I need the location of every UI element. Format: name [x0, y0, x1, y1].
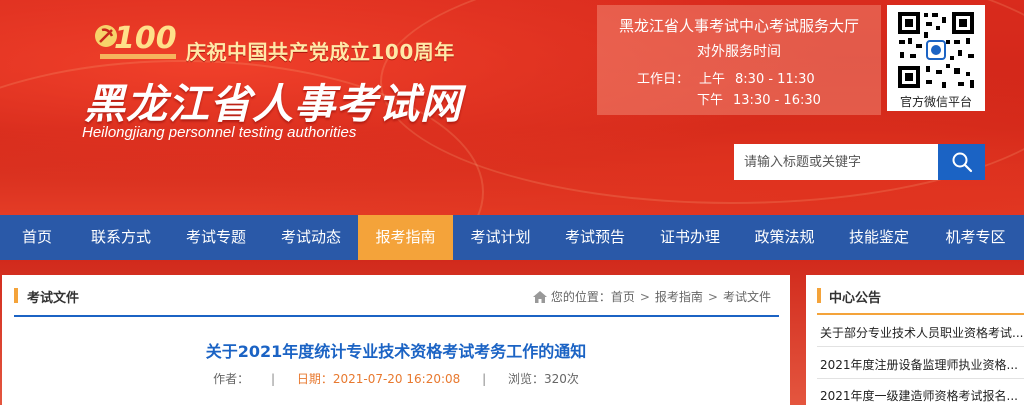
- notice-item[interactable]: 关于部分专业技术人员职业资格考试...: [820, 324, 1024, 341]
- notice-item[interactable]: 2021年度一级建造师资格考试报名...: [820, 387, 1024, 404]
- service-hall-box: 黑龙江省人事考试中心考试服务大厅 对外服务时间 工作日： 上午 8:30 - 11:…: [597, 5, 881, 115]
- service-hours-afternoon: 下午 13:30 - 16:30: [697, 89, 831, 108]
- am-time: 8:30 - 11:30: [735, 72, 815, 87]
- article-title[interactable]: 关于2021年度统计专业技术资格考试考务工作的通知: [2, 338, 790, 362]
- service-hours-heading: 对外服务时间: [697, 44, 781, 60]
- notice-panel: 中心公告 关于部分专业技术人员职业资格考试... 2021年度注册设备监理师执业…: [806, 275, 1024, 405]
- am-label: 上午: [699, 72, 726, 87]
- search-input[interactable]: [734, 144, 938, 180]
- section-marker: [14, 288, 18, 303]
- nav-item-registration-guide[interactable]: 报考指南: [358, 215, 453, 260]
- site-subtitle: Heilongjiang personnel testing authoriti…: [82, 124, 357, 141]
- breadcrumb-home[interactable]: 首页: [611, 288, 635, 305]
- author-label: 作者：: [213, 372, 250, 386]
- qr-label: 官方微信平台: [899, 95, 972, 109]
- meta-separator: |: [270, 372, 275, 386]
- site-title[interactable]: 黑龙江省人事考试网: [84, 70, 462, 130]
- home-icon: [532, 290, 547, 303]
- breadcrumb: 您的位置： 首页 > 报考指南 > 考试文件: [532, 288, 771, 305]
- svg-text:100: 100: [114, 21, 177, 56]
- breadcrumb-registration-guide[interactable]: 报考指南: [655, 288, 703, 305]
- pm-label: 下午: [697, 93, 724, 108]
- notice-item[interactable]: 2021年度注册设备监理师执业资格...: [820, 356, 1024, 373]
- nav-item-exam-preview[interactable]: 考试预告: [548, 215, 642, 260]
- service-hours-morning: 工作日： 上午 8:30 - 11:30: [637, 68, 825, 87]
- breadcrumb-separator: >: [707, 289, 718, 304]
- section-title: 考试文件: [27, 291, 80, 306]
- nav-item-exam-topics[interactable]: 考试专题: [168, 215, 264, 260]
- main-nav: 首页 联系方式 考试专题 考试动态 报考指南 考试计划 考试预告 证书办理 政策…: [0, 215, 1024, 260]
- nav-item-computer-exam[interactable]: 机考专区: [927, 215, 1024, 260]
- qr-code-icon: [896, 10, 976, 90]
- search-icon: [952, 152, 972, 173]
- meta-separator: |: [482, 372, 487, 386]
- wechat-qr-panel: 官方微信平台: [887, 5, 985, 111]
- nav-item-exam-plan[interactable]: 考试计划: [453, 215, 548, 260]
- header-banner: 100 庆祝中国共产党成立100周年 黑龙江省人事考试网 Heilongjian…: [0, 0, 1024, 215]
- nav-item-skill-appraisal[interactable]: 技能鉴定: [831, 215, 927, 260]
- section-header: 考试文件 您的位置： 首页 > 报考指南 > 考试文件: [14, 275, 779, 317]
- nav-item-policies[interactable]: 政策法规: [738, 215, 831, 260]
- nav-item-contact[interactable]: 联系方式: [74, 215, 168, 260]
- anniversary-slogan: 庆祝中国共产党成立100周年: [186, 40, 455, 64]
- notice-divider: [817, 378, 1024, 379]
- main-panel: 考试文件 您的位置： 首页 > 报考指南 > 考试文件 关于2021年度统计专业…: [2, 275, 790, 405]
- workday-label: 工作日：: [637, 72, 690, 87]
- nav-item-home[interactable]: 首页: [0, 215, 74, 260]
- party-100-anniversary-logo: 100: [95, 21, 177, 59]
- nav-item-exam-news[interactable]: 考试动态: [264, 215, 358, 260]
- notice-title: 中心公告: [829, 291, 882, 306]
- view-count: 浏览：320次: [507, 372, 579, 386]
- pm-time: 13:30 - 16:30: [733, 93, 821, 108]
- notice-divider: [817, 346, 1024, 347]
- nav-item-certificates[interactable]: 证书办理: [642, 215, 738, 260]
- search-button[interactable]: [938, 144, 985, 180]
- service-hall-title: 黑龙江省人事考试中心考试服务大厅: [618, 17, 859, 35]
- breadcrumb-exam-files[interactable]: 考试文件: [723, 288, 771, 305]
- article-meta: 作者： | 日期：2021-07-20 16:20:08 | 浏览：320次: [2, 370, 790, 387]
- breadcrumb-prefix: 您的位置：: [550, 290, 611, 304]
- article-date: 日期：2021-07-20 16:20:08: [296, 372, 461, 386]
- notice-marker: [817, 288, 821, 303]
- notice-header: 中心公告: [817, 275, 1024, 315]
- breadcrumb-separator: >: [639, 289, 650, 304]
